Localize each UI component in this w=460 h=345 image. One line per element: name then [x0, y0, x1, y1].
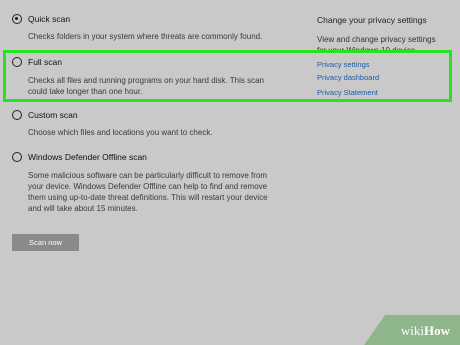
- wikihow-logo-how: How: [424, 323, 450, 338]
- privacy-dashboard-link[interactable]: Privacy dashboard: [317, 73, 379, 82]
- privacy-description-line1: View and change privacy settings: [317, 35, 436, 44]
- wikihow-logo-wiki: wiki: [400, 323, 424, 338]
- offline-scan-description-line4: and will take about 15 minutes.: [28, 204, 138, 213]
- full-scan-label[interactable]: Full scan: [28, 57, 62, 67]
- quick-scan-description: Checks folders in your system where thre…: [28, 32, 263, 41]
- custom-scan-description: Choose which files and locations you wan…: [28, 128, 213, 137]
- offline-scan-description-line1: Some malicious software can be particula…: [28, 171, 268, 180]
- privacy-heading: Change your privacy settings: [317, 15, 427, 25]
- custom-scan-label[interactable]: Custom scan: [28, 110, 78, 120]
- full-scan-description-line1: Checks all files and running programs on…: [28, 76, 264, 85]
- privacy-statement-link[interactable]: Privacy Statement: [317, 88, 378, 97]
- privacy-settings-link[interactable]: Privacy settings: [317, 60, 370, 69]
- scan-now-button[interactable]: Scan now: [12, 234, 79, 251]
- full-scan-radio[interactable]: [12, 57, 22, 67]
- quick-scan-label[interactable]: Quick scan: [28, 14, 70, 24]
- custom-scan-radio[interactable]: [12, 110, 22, 120]
- full-scan-description-line2: could take longer than one hour.: [28, 87, 143, 96]
- offline-scan-radio[interactable]: [12, 152, 22, 162]
- offline-scan-description-line3: them using up-to-date threat definitions…: [28, 193, 268, 202]
- offline-scan-label[interactable]: Windows Defender Offline scan: [28, 152, 147, 162]
- wikihow-logo: wikiHow: [401, 323, 450, 339]
- quick-scan-radio[interactable]: [12, 14, 22, 24]
- offline-scan-description-line2: your device. Windows Defender Offline ca…: [28, 182, 268, 191]
